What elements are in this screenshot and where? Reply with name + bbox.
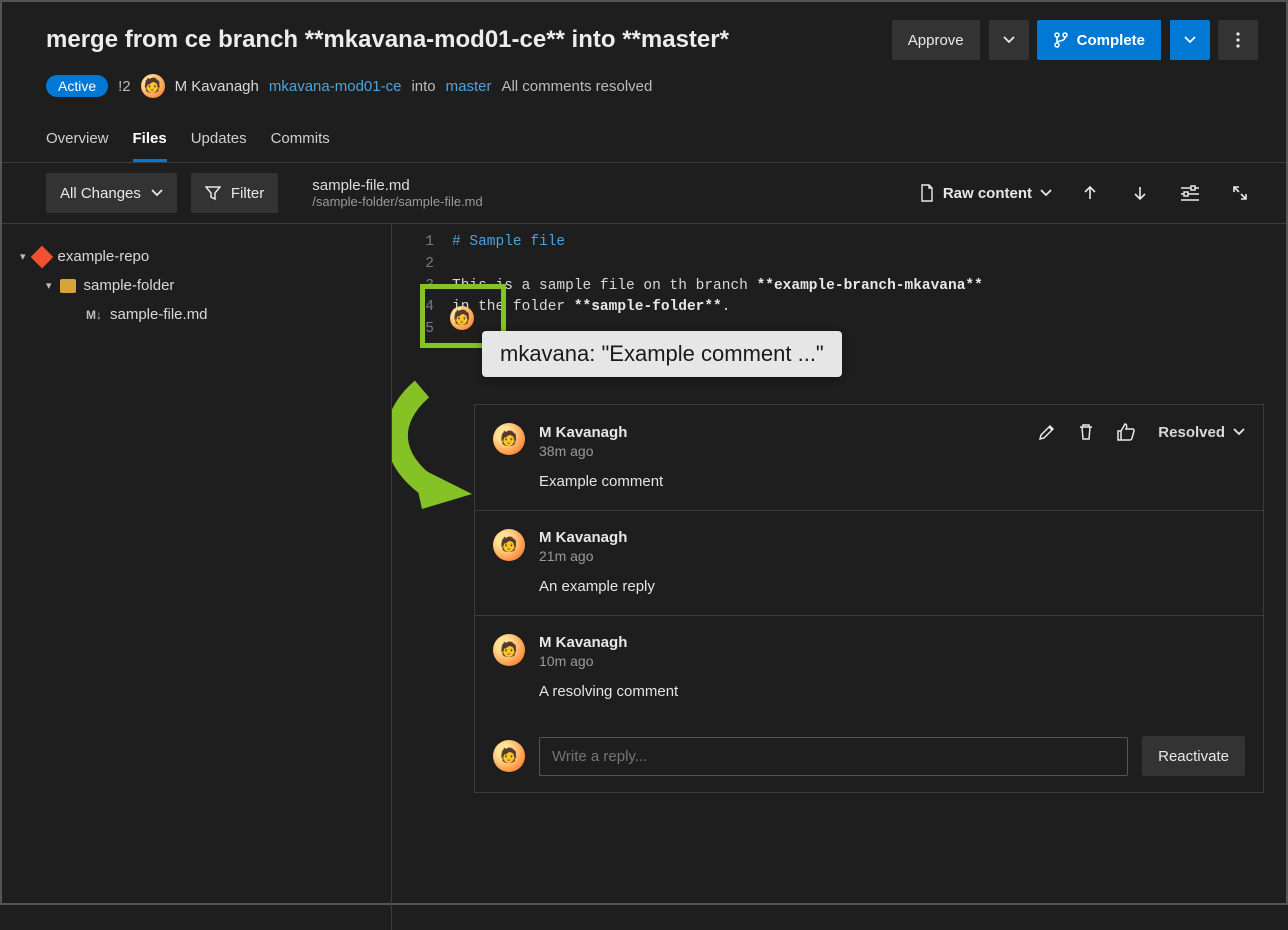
chevron-down-icon: [1233, 426, 1245, 438]
comment-time: 21m ago: [539, 548, 1245, 564]
comment-text: An example reply: [539, 578, 1245, 595]
code-line: This is a sample file on th branch **exa…: [452, 276, 983, 298]
raw-content-dropdown[interactable]: Raw content: [913, 184, 1058, 202]
tree-repo-label: example-repo: [58, 248, 150, 265]
comment-author: M Kavanagh: [539, 529, 627, 546]
thumbs-up-icon: [1116, 423, 1136, 441]
status-dropdown[interactable]: Resolved: [1158, 424, 1245, 441]
document-icon: [919, 184, 935, 202]
source-branch[interactable]: mkavana-mod01-ce: [269, 78, 402, 95]
tab-updates[interactable]: Updates: [191, 122, 247, 162]
edit-button[interactable]: [1038, 423, 1056, 441]
all-changes-dropdown[interactable]: All Changes: [46, 173, 177, 213]
tree-file-label: sample-file.md: [110, 306, 208, 323]
trash-icon: [1078, 423, 1094, 441]
next-diff-button[interactable]: [1122, 175, 1158, 211]
tab-overview[interactable]: Overview: [46, 122, 109, 162]
comment: M Kavanagh 10m ago A resolving comment: [475, 616, 1263, 720]
pr-id: !2: [118, 78, 131, 95]
filter-icon: [205, 185, 221, 201]
arrow-down-icon: [1132, 185, 1148, 201]
expand-icon: [1232, 185, 1248, 201]
filter-button[interactable]: Filter: [191, 173, 278, 213]
tree-folder[interactable]: ▾ sample-folder: [12, 271, 381, 300]
markdown-icon: M↓: [86, 308, 102, 322]
delete-button[interactable]: [1078, 423, 1094, 441]
code-line: # Sample file: [452, 234, 565, 250]
comment-tooltip: mkavana: "Example comment ...": [482, 331, 842, 377]
comment-author: M Kavanagh: [539, 424, 627, 441]
merge-icon: [1053, 32, 1069, 48]
into-label: into: [411, 78, 435, 95]
chevron-down-icon: [151, 187, 163, 199]
comment-avatar-inline[interactable]: [450, 306, 474, 330]
comment: M Kavanagh 21m ago An example reply: [475, 511, 1263, 616]
avatar: [493, 423, 525, 455]
tree-repo[interactable]: ▾ example-repo: [12, 242, 381, 271]
approve-button[interactable]: Approve: [892, 20, 980, 60]
arrow-up-icon: [1082, 185, 1098, 201]
pencil-icon: [1038, 423, 1056, 441]
chevron-down-icon: [1184, 34, 1196, 46]
repo-icon: [30, 245, 53, 268]
file-path: /sample-folder/sample-file.md: [312, 194, 483, 209]
chevron-down-icon: [1003, 34, 1015, 46]
chevron-down-icon: ▾: [46, 279, 52, 292]
avatar: [493, 740, 525, 772]
comment: M Kavanagh Resolved 38m ago Example: [475, 405, 1263, 511]
all-changes-label: All Changes: [60, 185, 141, 202]
comment-author: M Kavanagh: [539, 634, 627, 651]
approve-dropdown[interactable]: [989, 20, 1029, 60]
tab-commits[interactable]: Commits: [271, 122, 330, 162]
chevron-down-icon: [1040, 187, 1052, 199]
comment-time: 38m ago: [539, 443, 1245, 459]
author-name: M Kavanagh: [175, 78, 259, 95]
tab-files[interactable]: Files: [133, 122, 167, 162]
comment-text: Example comment: [539, 473, 1245, 490]
author-avatar: [141, 74, 165, 98]
fullscreen-button[interactable]: [1222, 175, 1258, 211]
chevron-down-icon: ▾: [20, 250, 26, 263]
kebab-icon: [1236, 32, 1240, 48]
comment-thread: M Kavanagh Resolved 38m ago Example: [474, 404, 1264, 793]
reactivate-button[interactable]: Reactivate: [1142, 736, 1245, 776]
reply-input[interactable]: [539, 737, 1128, 776]
raw-content-label: Raw content: [943, 185, 1032, 202]
avatar: [493, 634, 525, 666]
pr-title: merge from ce branch **mkavana-mod01-ce*…: [46, 26, 729, 54]
more-button[interactable]: [1218, 20, 1258, 60]
tree-folder-label: sample-folder: [84, 277, 175, 294]
comment-text: A resolving comment: [539, 683, 1245, 700]
file-name: sample-file.md: [312, 177, 483, 194]
complete-dropdown[interactable]: [1170, 20, 1210, 60]
like-button[interactable]: [1116, 423, 1136, 441]
code-view: 1# Sample file 2 3This is a sample file …: [392, 224, 1286, 341]
folder-icon: [60, 279, 76, 293]
settings-button[interactable]: [1172, 175, 1208, 211]
complete-button[interactable]: Complete: [1037, 20, 1161, 60]
target-branch[interactable]: master: [446, 78, 492, 95]
complete-label: Complete: [1077, 32, 1145, 49]
sliders-icon: [1181, 185, 1199, 201]
comment-time: 10m ago: [539, 653, 1245, 669]
avatar: [493, 529, 525, 561]
status-badge: Active: [46, 75, 108, 97]
comments-status: All comments resolved: [501, 78, 652, 95]
tree-file[interactable]: M↓ sample-file.md: [12, 300, 381, 329]
prev-diff-button[interactable]: [1072, 175, 1108, 211]
filter-label: Filter: [231, 185, 264, 202]
status-label: Resolved: [1158, 424, 1225, 441]
